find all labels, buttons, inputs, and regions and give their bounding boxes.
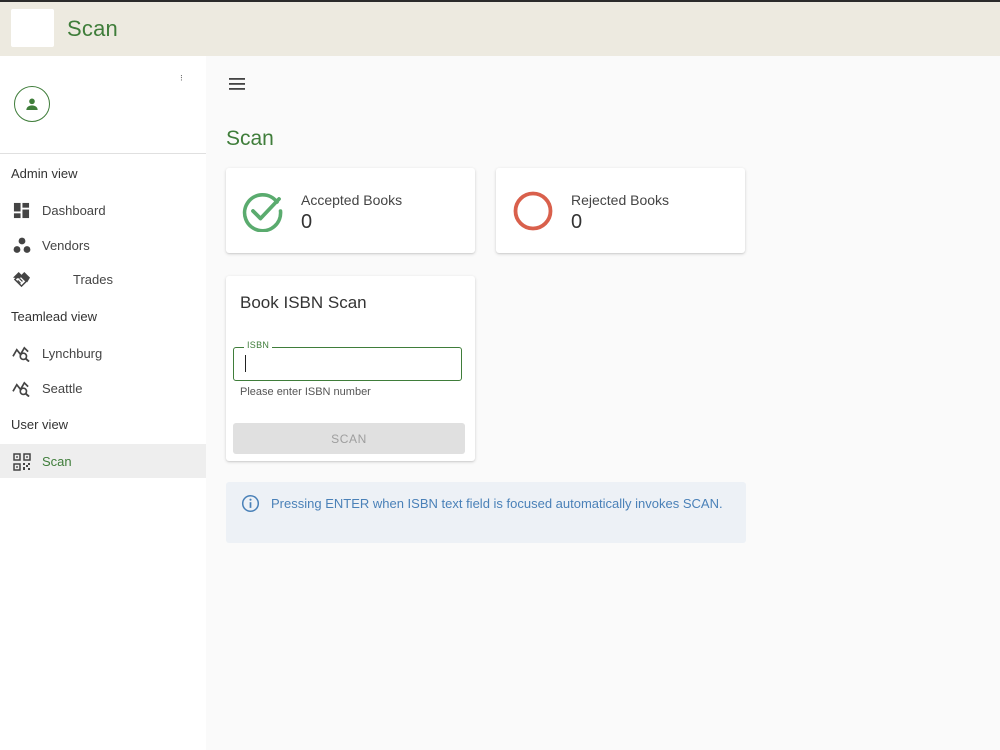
check-circle-icon	[242, 192, 283, 232]
insights-icon	[12, 344, 31, 363]
isbn-scan-card-title: Book ISBN Scan	[240, 293, 367, 312]
scan-button[interactable]: SCAN	[233, 423, 465, 454]
sidebar-item-label: Lynchburg	[42, 345, 103, 361]
more-options-icon[interactable]: ⁝	[180, 74, 183, 83]
app-title: Scan	[67, 16, 118, 41]
page-title: Scan	[226, 127, 274, 150]
dashboard-icon	[12, 201, 31, 220]
sidebar-header: ⁝	[0, 56, 206, 154]
accepted-books-label: Accepted Books	[301, 192, 403, 208]
section-teamlead-view: Teamlead view	[11, 309, 97, 324]
menu-icon	[229, 78, 245, 90]
accepted-books-count: 0	[301, 211, 313, 233]
isbn-scan-card: Book ISBN Scan ISBN Please enter ISBN nu…	[226, 276, 475, 461]
isbn-field-label: ISBN	[244, 340, 273, 350]
sidebar-item-label: Scan	[42, 453, 72, 469]
avatar[interactable]	[14, 86, 50, 122]
insights-icon	[12, 379, 31, 398]
sidebar-item-seattle[interactable]: Seattle	[0, 371, 206, 405]
sidebar-item-label: Dashboard	[42, 202, 106, 218]
rejected-books-card: Rejected Books 0	[496, 168, 745, 253]
isbn-helper-text: Please enter ISBN number	[240, 386, 371, 398]
info-alert: Pressing ENTER when ISBN text field is f…	[226, 482, 746, 543]
sidebar-item-label: Trades	[73, 271, 113, 287]
sidebar-item-scan[interactable]: Scan	[0, 444, 206, 478]
section-admin-view: Admin view	[11, 166, 78, 181]
sidebar-item-trades[interactable]: Trades	[0, 262, 206, 296]
sidebar-item-vendors[interactable]: Vendors	[0, 228, 206, 262]
sidebar-item-dashboard[interactable]: Dashboard	[0, 193, 206, 227]
sidebar: ⁝ Admin view Dashboard Vendors Trades Te…	[0, 56, 206, 750]
handshake-icon	[12, 270, 31, 289]
sidebar-item-label: Vendors	[42, 237, 90, 253]
qr-scan-icon	[12, 452, 31, 471]
text-cursor	[245, 355, 246, 372]
rejected-books-label: Rejected Books	[571, 192, 670, 208]
rejected-books-count: 0	[571, 211, 583, 233]
person-icon	[26, 98, 38, 110]
top-app-bar: Scan	[0, 0, 1000, 56]
vendors-icon	[12, 236, 31, 255]
accepted-books-card: Accepted Books 0	[226, 168, 475, 253]
info-alert-text: Pressing ENTER when ISBN text field is f…	[271, 496, 723, 511]
sidebar-item-label: Seattle	[42, 380, 83, 396]
app-logo	[11, 9, 54, 47]
info-icon	[241, 494, 260, 513]
section-user-view: User view	[11, 417, 69, 432]
isbn-input[interactable]: ISBN	[233, 340, 462, 381]
hamburger-menu-button[interactable]	[226, 74, 248, 94]
sidebar-item-lynchburg[interactable]: Lynchburg	[0, 336, 206, 370]
empty-circle-icon	[513, 191, 553, 231]
